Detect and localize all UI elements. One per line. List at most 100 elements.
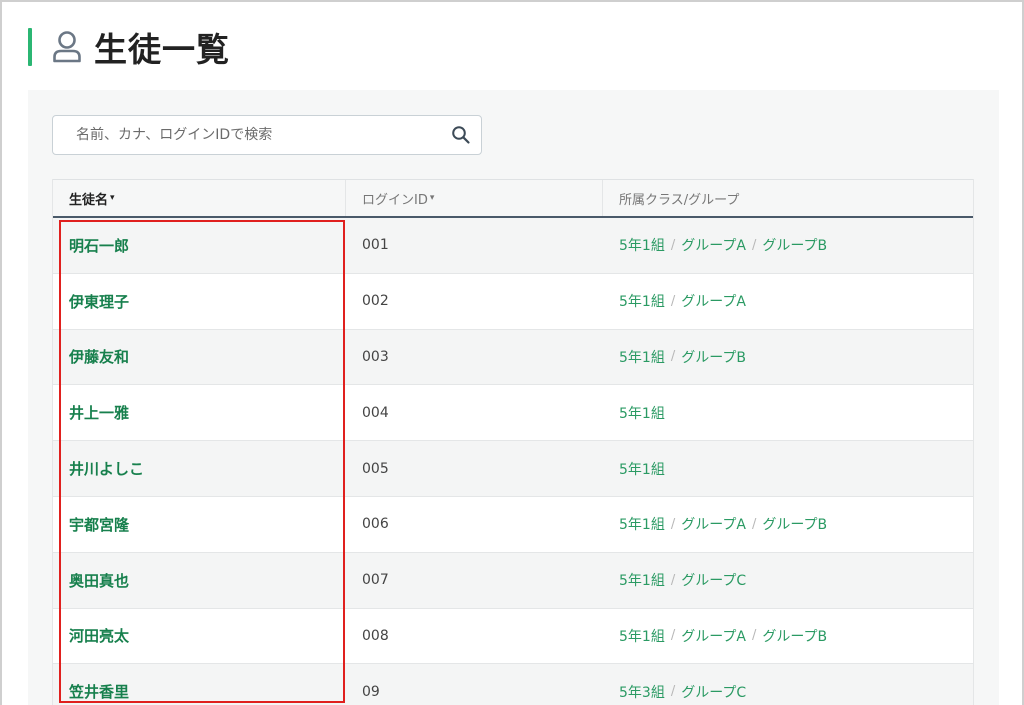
class-link[interactable]: 5年1組 [619, 570, 665, 590]
page-frame: 生徒一覧 生徒名 ▾ ログインID ▾ 所属クラス/グループ [0, 0, 1024, 705]
group-link[interactable]: グループC [681, 682, 746, 702]
login-id-text: 003 [362, 348, 389, 365]
column-header-label: 生徒名 [69, 192, 109, 208]
sort-caret-icon: ▾ [110, 193, 115, 203]
cell-student-name: 河田亮太 [53, 609, 346, 664]
login-id-text: 002 [362, 293, 389, 310]
table-row: 伊東理子 002 5年1組 / グループA [53, 273, 973, 330]
column-header-login-id[interactable]: ログインID ▾ [346, 180, 603, 216]
group-link[interactable]: グループA [681, 235, 746, 255]
table-row: 奥田真也 007 5年1組 / グループC [53, 552, 973, 609]
group-separator: / [751, 237, 757, 253]
search-input[interactable] [53, 116, 433, 154]
class-link[interactable]: 5年1組 [619, 626, 665, 646]
group-link[interactable]: グループB [762, 235, 827, 255]
search-icon[interactable] [451, 125, 471, 145]
cell-groups: 5年3組 / グループC [603, 664, 973, 705]
cell-login-id: 002 [346, 274, 603, 329]
cell-groups: 5年1組 / グループA / グループB [603, 609, 973, 664]
cell-student-name: 井上一雅 [53, 385, 346, 440]
student-name-link[interactable]: 伊藤友和 [69, 346, 129, 367]
student-name-link[interactable]: 笠井香里 [69, 681, 129, 702]
table-row: 井上一雅 004 5年1組 [53, 385, 973, 442]
cell-student-name: 伊東理子 [53, 274, 346, 329]
login-id-text: 006 [362, 516, 389, 533]
group-separator: / [751, 628, 757, 644]
group-link[interactable]: グループB [762, 626, 827, 646]
login-id-text: 008 [362, 627, 389, 644]
content-panel: 生徒名 ▾ ログインID ▾ 所属クラス/グループ 明石一郎 001 5年1組 / グル… [28, 90, 999, 705]
table-body: 明石一郎 001 5年1組 / グループA / グループB 伊東理子 002 5年1組 / グループA… [53, 218, 973, 705]
login-id-text: 005 [362, 460, 389, 477]
student-name-link[interactable]: 井上一雅 [69, 402, 129, 423]
group-separator: / [751, 516, 757, 532]
cell-groups: 5年1組 / グループC [603, 553, 973, 608]
cell-student-name: 宇都宮隆 [53, 497, 346, 552]
group-separator: / [670, 684, 676, 700]
group-separator: / [670, 628, 676, 644]
class-link[interactable]: 5年1組 [619, 459, 665, 479]
cell-groups: 5年1組 / グループB [603, 330, 973, 385]
table-row: 伊藤友和 003 5年1組 / グループB [53, 329, 973, 386]
group-separator: / [670, 516, 676, 532]
group-link[interactable]: グループB [762, 514, 827, 534]
table-row: 宇都宮隆 006 5年1組 / グループA / グループB [53, 496, 973, 553]
column-header-groups: 所属クラス/グループ [603, 180, 973, 216]
group-separator: / [670, 572, 676, 588]
student-name-link[interactable]: 伊東理子 [69, 291, 129, 312]
class-link[interactable]: 5年1組 [619, 403, 665, 423]
class-link[interactable]: 5年1組 [619, 291, 665, 311]
cell-login-id: 005 [346, 441, 603, 496]
cell-login-id: 004 [346, 385, 603, 440]
student-name-link[interactable]: 井川よしこ [69, 458, 144, 479]
cell-student-name: 井川よしこ [53, 441, 346, 496]
cell-student-name: 笠井香里 [53, 664, 346, 705]
group-separator: / [670, 237, 676, 253]
cell-student-name: 明石一郎 [53, 218, 346, 273]
cell-login-id: 09 [346, 664, 603, 705]
login-id-text: 001 [362, 237, 389, 254]
student-name-link[interactable]: 宇都宮隆 [69, 514, 129, 535]
person-icon [53, 31, 81, 63]
group-link[interactable]: グループB [681, 347, 746, 367]
page-title: 生徒一覧 [94, 30, 230, 69]
students-table: 生徒名 ▾ ログインID ▾ 所属クラス/グループ 明石一郎 001 5年1組 / グル… [52, 179, 974, 705]
group-link[interactable]: グループC [681, 570, 746, 590]
cell-groups: 5年1組 / グループA / グループB [603, 497, 973, 552]
group-link[interactable]: グループA [681, 514, 746, 534]
table-row: 井川よしこ 005 5年1組 [53, 441, 973, 497]
page-header: 生徒一覧 [28, 26, 230, 69]
group-link[interactable]: グループA [681, 626, 746, 646]
cell-groups: 5年1組 [603, 441, 973, 496]
student-name-link[interactable]: 河田亮太 [69, 625, 129, 646]
cell-groups: 5年1組 / グループA / グループB [603, 218, 973, 273]
column-header-label: ログインID [362, 192, 428, 208]
group-separator: / [670, 349, 676, 365]
class-link[interactable]: 5年1組 [619, 514, 665, 534]
search-box[interactable] [52, 115, 482, 155]
class-link[interactable]: 5年1組 [619, 235, 665, 255]
cell-login-id: 003 [346, 330, 603, 385]
class-link[interactable]: 5年3組 [619, 682, 665, 702]
table-row: 笠井香里 09 5年3組 / グループC [53, 664, 973, 705]
column-header-label: 所属クラス/グループ [619, 192, 740, 208]
table-row: 明石一郎 001 5年1組 / グループA / グループB [53, 218, 973, 274]
table-row: 河田亮太 008 5年1組 / グループA / グループB [53, 608, 973, 665]
title-accent-bar [28, 28, 32, 66]
sort-caret-icon: ▾ [429, 193, 435, 203]
class-link[interactable]: 5年1組 [619, 347, 665, 367]
column-header-name[interactable]: 生徒名 ▾ [53, 180, 346, 216]
table-header: 生徒名 ▾ ログインID ▾ 所属クラス/グループ [53, 179, 973, 218]
login-id-text: 004 [362, 404, 389, 421]
cell-student-name: 伊藤友和 [53, 330, 346, 385]
cell-login-id: 007 [346, 553, 603, 608]
cell-login-id: 008 [346, 609, 603, 664]
cell-groups: 5年1組 / グループA [603, 274, 973, 329]
student-name-link[interactable]: 奥田真也 [69, 570, 129, 591]
cell-login-id: 001 [346, 218, 603, 273]
login-id-text: 09 [362, 683, 380, 700]
cell-login-id: 006 [346, 497, 603, 552]
group-link[interactable]: グループA [681, 291, 746, 311]
login-id-text: 007 [362, 572, 389, 589]
student-name-link[interactable]: 明石一郎 [69, 235, 129, 256]
